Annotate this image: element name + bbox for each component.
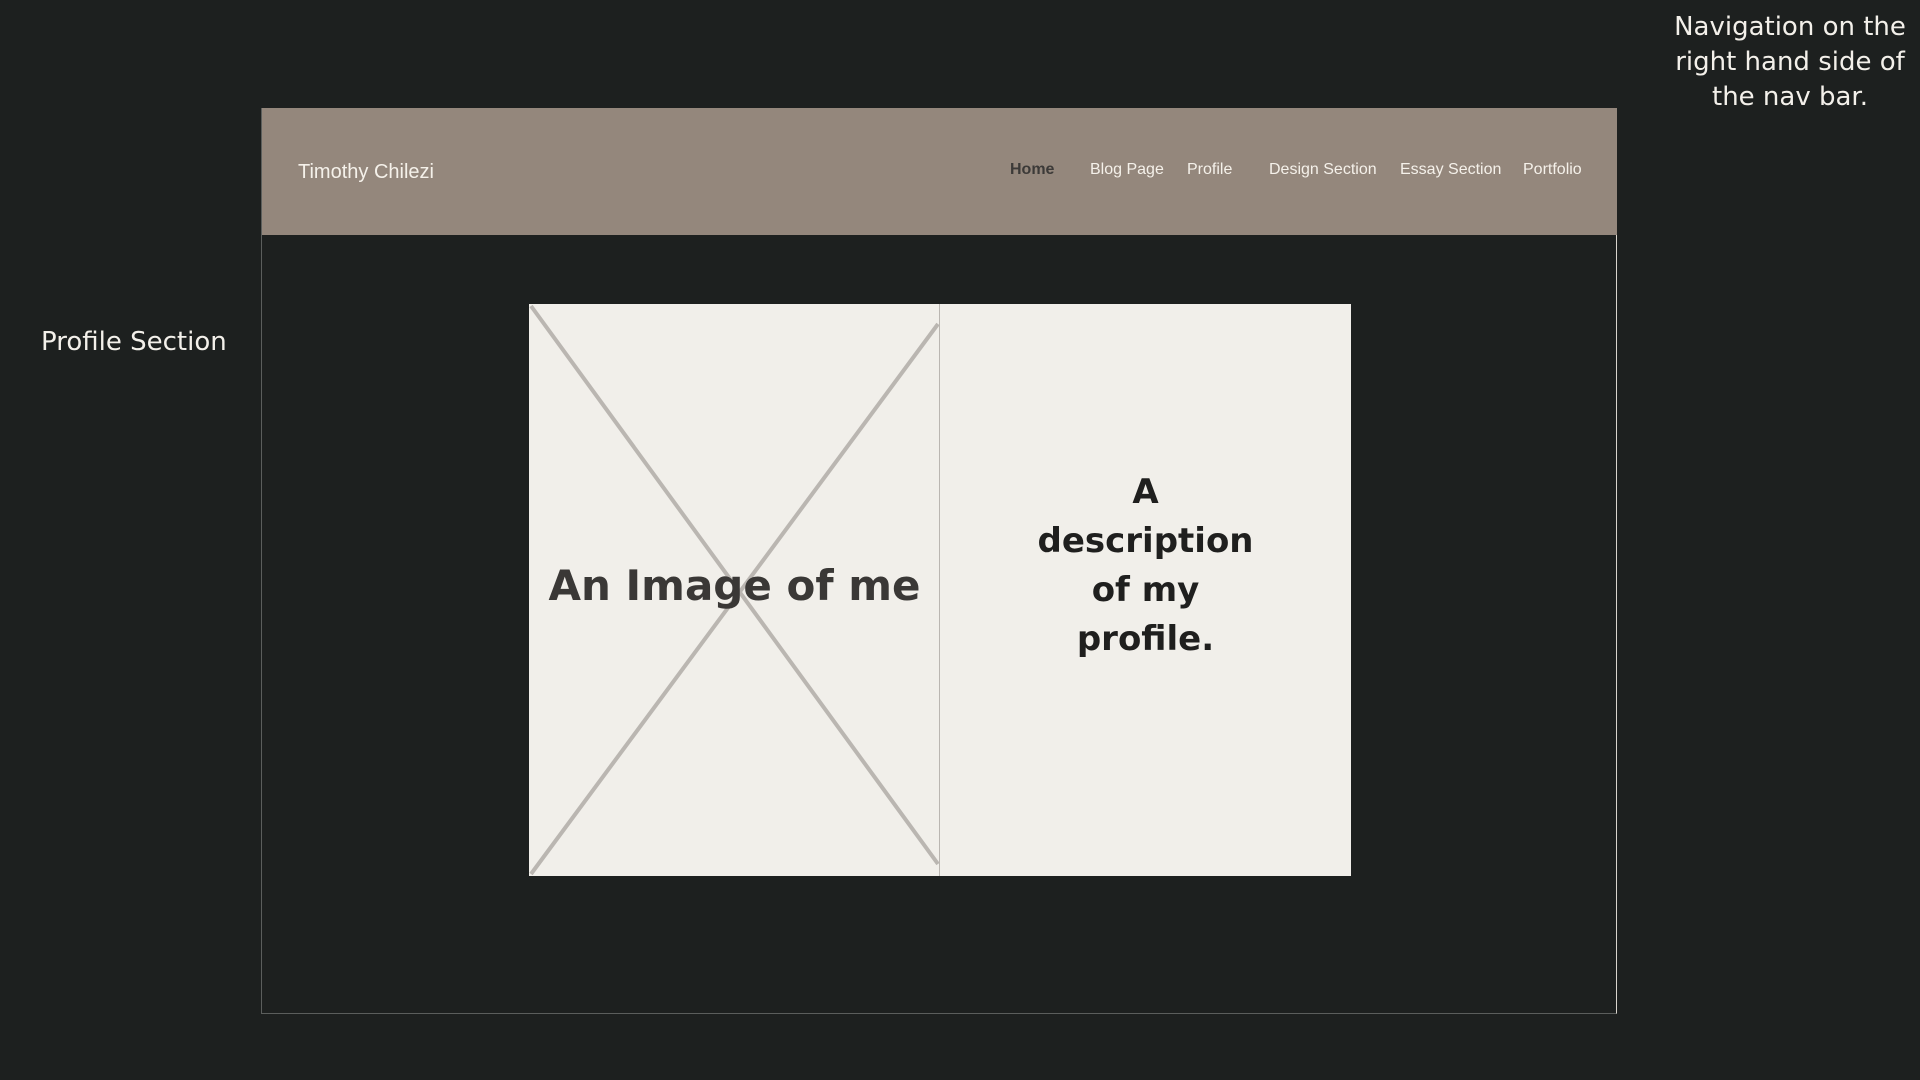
profile-description-text: A description of my profile. (1037, 472, 1254, 659)
nav-link-blog-page[interactable]: Blog Page (1090, 160, 1164, 180)
site-brand[interactable]: Timothy Chilezi (298, 160, 434, 184)
nav-link-profile[interactable]: Profile (1187, 160, 1232, 180)
nav-link-portfolio[interactable]: Portfolio (1523, 160, 1582, 180)
navigation-annotation: Navigation on the right hand side of the… (1674, 12, 1906, 112)
profile-section-annotation: Profile Section (41, 327, 227, 357)
nav-bar: Timothy Chilezi Home Blog Page Profile D… (262, 108, 1617, 235)
nav-link-essay-section[interactable]: Essay Section (1400, 160, 1501, 180)
profile-description: A description of my profile. (940, 468, 1351, 664)
nav-link-home[interactable]: Home (1010, 160, 1054, 180)
image-caption: An Image of me (548, 561, 921, 610)
profile-card: An Image of me A description of my profi… (529, 304, 1351, 876)
profile-image-placeholder: An Image of me (529, 304, 940, 876)
nav-link-design-section[interactable]: Design Section (1269, 160, 1377, 180)
